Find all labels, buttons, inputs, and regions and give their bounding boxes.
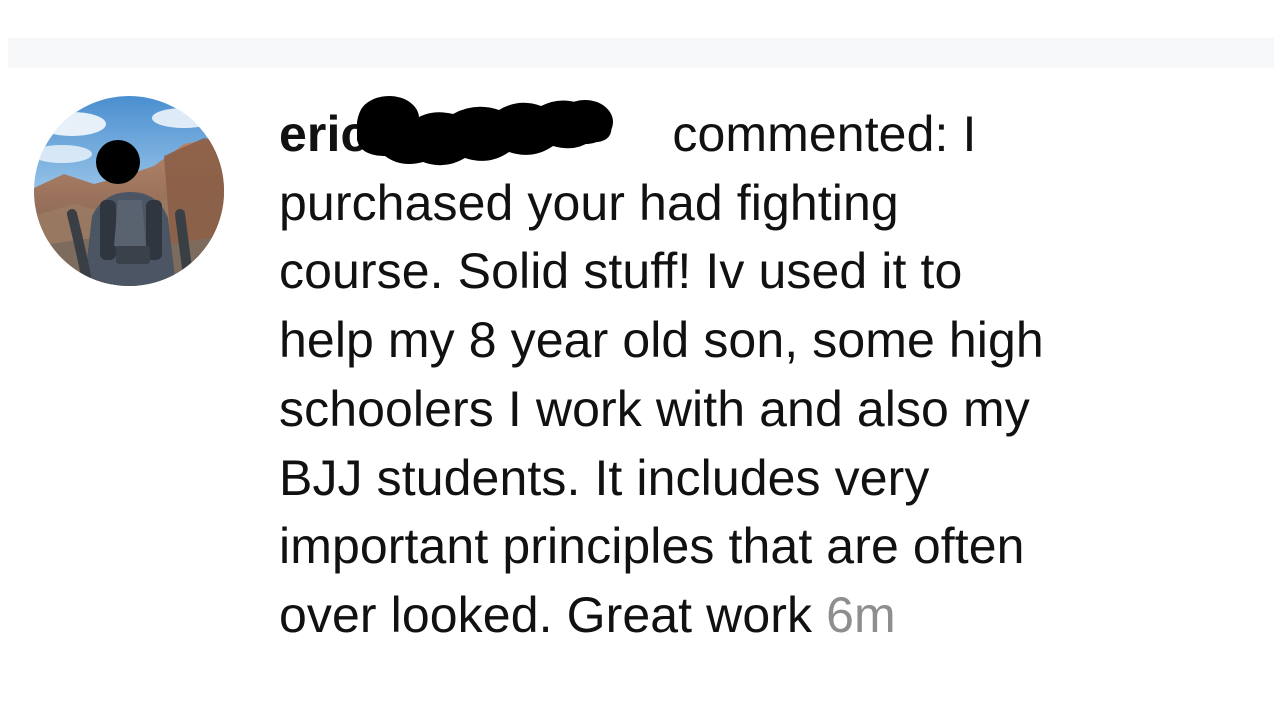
comment-action: commented: I [658, 106, 977, 162]
comment-text: eric commented: I purchased your had fig… [279, 96, 1259, 650]
comment-header: eric commented: I [279, 96, 1259, 169]
comment-line-6: important principles that are often [279, 518, 1025, 575]
comment-line-5: BJJ students. It includes very [279, 449, 930, 506]
comment-line-4: schoolers I work with and also my [279, 380, 1030, 437]
redaction-mark-icon [357, 96, 613, 166]
timestamp: 6m [826, 586, 896, 643]
username[interactable]: eric [279, 106, 368, 162]
comment-notification[interactable]: eric commented: I purchased your had fig… [0, 0, 1280, 720]
comment-line-7: over looked. Great work 6m [279, 581, 1259, 650]
comment-line-1: purchased your had fighting [279, 174, 899, 231]
avatar-photo-icon [34, 96, 224, 286]
comment-last-line: over looked. Great work [279, 586, 827, 643]
comment-line-3: help my 8 year old son, some high [279, 312, 1044, 369]
avatar[interactable] [34, 96, 224, 286]
comment-line-2: course. Solid stuff! Iv used it to [279, 243, 963, 300]
